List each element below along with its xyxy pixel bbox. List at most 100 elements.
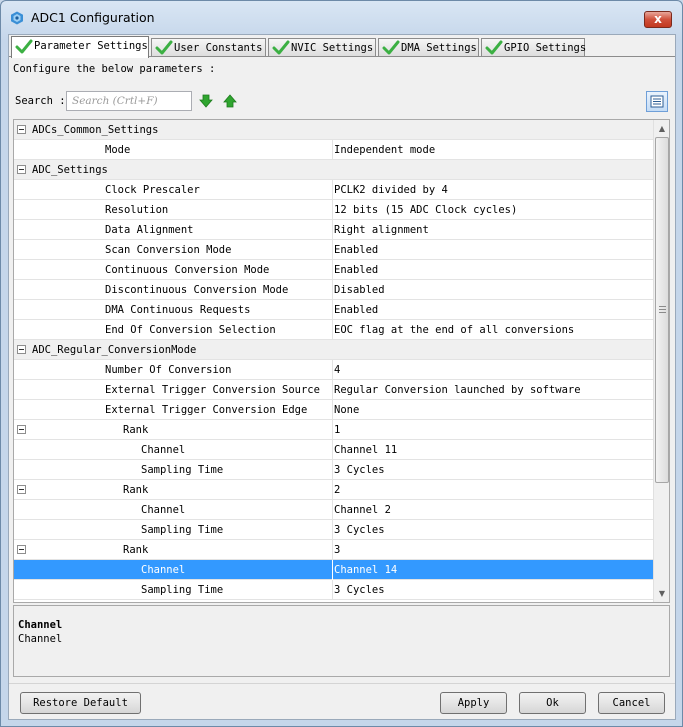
param-row-clock-prescaler[interactable]: Clock Prescaler PCLK2 divided by 4 [14,180,653,200]
restore-default-button[interactable]: Restore Default [20,692,141,714]
param-row-external-trigger-edge[interactable]: External Trigger Conversion Edge None [14,400,653,420]
param-value[interactable]: 12 bits (15 ADC Clock cycles) [334,204,517,216]
group-label: ADCs_Common_Settings [32,124,159,136]
scroll-thumb[interactable] [655,137,669,483]
param-value[interactable]: Disabled [334,284,385,296]
check-icon [272,40,290,55]
column-separator [332,300,333,320]
param-value[interactable]: Enabled [334,264,378,276]
param-row-dma-continuous-requests[interactable]: DMA Continuous Requests Enabled [14,300,653,320]
group-row-adc-settings[interactable]: ADC_Settings [14,160,653,180]
param-value[interactable]: Enabled [334,304,378,316]
param-row-scan-conversion-mode[interactable]: Scan Conversion Mode Enabled [14,240,653,260]
tab-dma-settings[interactable]: DMA Settings [378,38,479,57]
collapse-toggle-icon[interactable] [17,125,26,134]
param-row-number-of-conversion[interactable]: Number Of Conversion 4 [14,360,653,380]
param-row-external-trigger-source[interactable]: External Trigger Conversion Source Regul… [14,380,653,400]
param-label: Data Alignment [105,224,194,236]
param-label: Continuous Conversion Mode [105,264,270,276]
param-row-resolution[interactable]: Resolution 12 bits (15 ADC Clock cycles) [14,200,653,220]
column-separator [332,240,333,260]
param-value[interactable]: None [334,404,359,416]
parameter-grid[interactable]: ADCs_Common_Settings Mode Independent mo… [13,119,670,603]
collapse-toggle-icon[interactable] [17,165,26,174]
column-separator [332,400,333,420]
param-value[interactable]: 3 Cycles [334,464,385,476]
collapse-toggle-icon[interactable] [17,485,26,494]
rank-row-3[interactable]: Rank 3 [14,540,653,560]
param-row-rank3-channel[interactable]: Channel Channel 14 [14,560,653,580]
column-separator [332,420,333,440]
tab-user-constants[interactable]: User Constants [151,38,266,57]
rank-row-2[interactable]: Rank 2 [14,480,653,500]
group-row-adcs-common-settings[interactable]: ADCs_Common_Settings [14,120,653,140]
collapse-toggle-icon[interactable] [17,425,26,434]
param-row-rank1-channel[interactable]: Channel Channel 11 [14,440,653,460]
check-icon [382,40,400,55]
rank-value[interactable]: 1 [334,424,340,436]
param-value[interactable]: 3 Cycles [334,584,385,596]
tab-parameter-settings[interactable]: Parameter Settings [11,36,149,58]
param-label: Channel [141,504,186,516]
group-label: ADC_Settings [32,164,108,176]
arrow-down-icon[interactable] [199,94,213,108]
param-value[interactable]: Channel 11 [334,444,397,456]
ok-button[interactable]: Ok [519,692,586,714]
param-value[interactable]: Regular Conversion launched by software [334,384,581,396]
close-button[interactable]: x [644,11,672,28]
param-value[interactable]: 4 [334,364,340,376]
param-row-continuous-conversion-mode[interactable]: Continuous Conversion Mode Enabled [14,260,653,280]
param-value[interactable]: PCLK2 divided by 4 [334,184,448,196]
check-icon [485,40,503,55]
collapse-toggle-icon[interactable] [17,345,26,354]
group-row-adc-regular-conversionmode[interactable]: ADC_Regular_ConversionMode [14,340,653,360]
param-value[interactable]: Channel 14 [334,564,397,576]
param-value[interactable]: 3 Cycles [334,524,385,536]
cancel-button[interactable]: Cancel [598,692,665,714]
param-row-rank2-sampling-time[interactable]: Sampling Time 3 Cycles [14,520,653,540]
param-value[interactable]: Right alignment [334,224,429,236]
column-separator [332,460,333,480]
param-row-end-of-conversion-selection[interactable]: End Of Conversion Selection EOC flag at … [14,320,653,340]
check-icon [15,39,33,54]
param-row-rank2-channel[interactable]: Channel Channel 2 [14,500,653,520]
title-bar[interactable]: ADC1 Configuration x [1,1,682,35]
scroll-up-icon[interactable]: ▲ [654,120,669,137]
param-label: External Trigger Conversion Source [105,384,320,396]
param-row-rank3-sampling-time[interactable]: Sampling Time 3 Cycles [14,580,653,600]
param-label: DMA Continuous Requests [105,304,251,316]
rank-value[interactable]: 2 [334,484,340,496]
param-value[interactable]: EOC flag at the end of all conversions [334,324,574,336]
param-row-rank1-sampling-time[interactable]: Sampling Time 3 Cycles [14,460,653,480]
description-text: Channel [18,633,63,645]
adc1-config-window: ADC1 Configuration x Parameter Settings … [0,0,683,727]
rank-value[interactable]: 3 [334,544,340,556]
param-value[interactable]: Independent mode [334,144,435,156]
tab-nvic-settings[interactable]: NVIC Settings [268,38,376,57]
param-label: Discontinuous Conversion Mode [105,284,289,296]
grip-icon [659,306,666,313]
param-label: Number Of Conversion [105,364,232,376]
column-separator [332,580,333,600]
vertical-scrollbar[interactable]: ▲ ▼ [653,120,669,602]
apply-button[interactable]: Apply [440,692,507,714]
param-value[interactable]: Channel 2 [334,504,391,516]
rank-row-1[interactable]: Rank 1 [14,420,653,440]
param-value[interactable]: Enabled [334,244,378,256]
list-view-icon [650,95,664,108]
param-label: Clock Prescaler [105,184,200,196]
collapse-toggle-icon[interactable] [17,545,26,554]
param-label: External Trigger Conversion Edge [105,404,308,416]
column-separator [332,540,333,560]
search-input[interactable]: Search (Crtl+F) [66,91,192,111]
tab-gpio-settings[interactable]: GPIO Settings [481,38,586,57]
view-toggle-button[interactable] [646,91,668,112]
close-icon: x [654,12,662,26]
param-row-discontinuous-conversion-mode[interactable]: Discontinuous Conversion Mode Disabled [14,280,653,300]
column-separator [332,260,333,280]
scroll-down-icon[interactable]: ▼ [654,585,669,602]
arrow-up-icon[interactable] [223,94,237,108]
param-row-mode[interactable]: Mode Independent mode [14,140,653,160]
param-row-data-alignment[interactable]: Data Alignment Right alignment [14,220,653,240]
column-separator [332,440,333,460]
